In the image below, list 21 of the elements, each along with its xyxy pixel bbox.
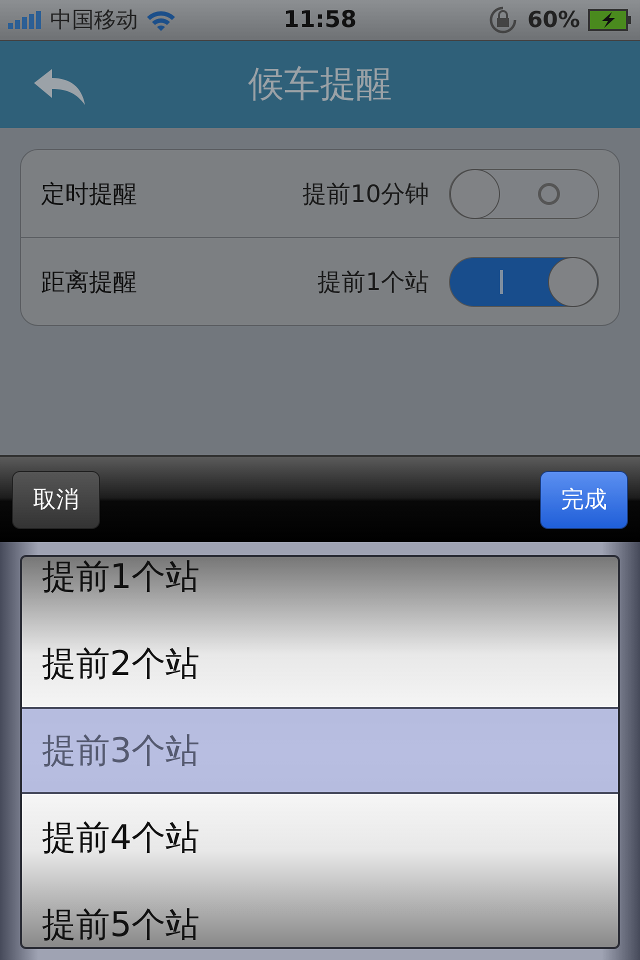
clock-time: 11:58	[283, 7, 357, 33]
picker-option[interactable]: 提前1个站	[22, 557, 618, 620]
signal-icon	[8, 11, 42, 29]
screen-title: 候车提醒	[248, 63, 392, 107]
picker-option[interactable]: 提前3个站	[22, 707, 618, 794]
setting-value: 提前1个站	[318, 266, 429, 298]
picker-option[interactable]: 提前4个站	[22, 794, 618, 881]
setting-label: 距离提醒	[41, 266, 138, 298]
picker-option[interactable]: 提前5个站	[22, 881, 618, 947]
battery-percent: 60%	[527, 8, 580, 32]
toggle-switch[interactable]	[449, 168, 599, 218]
back-arrow-icon[interactable]	[32, 67, 86, 107]
wifi-icon	[146, 9, 176, 31]
setting-value: 提前10分钟	[302, 178, 429, 210]
setting-label: 定时提醒	[41, 178, 138, 210]
carrier-name: 中国移动	[50, 7, 138, 35]
picker-option[interactable]: 提前2个站	[22, 620, 618, 707]
done-button[interactable]: 完成	[540, 470, 628, 528]
battery-icon	[588, 9, 632, 31]
cancel-button[interactable]: 取消	[12, 470, 100, 528]
toggle-switch[interactable]	[449, 256, 599, 306]
